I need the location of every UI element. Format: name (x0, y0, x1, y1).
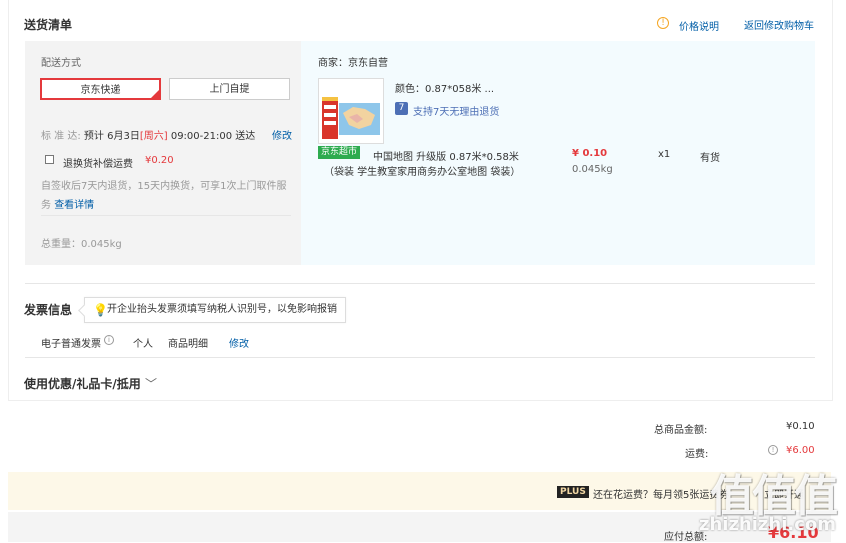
seven-day-return-icon: 7 (395, 102, 408, 115)
modify-invoice-link[interactable]: 修改 (229, 335, 249, 350)
estimate-date: 预计 6月3日 (83, 131, 140, 142)
chevron-down-icon: ﹀ (144, 377, 157, 391)
item-color: 颜色：0.87*058米 ... (395, 84, 495, 95)
info-icon: ! (657, 17, 669, 29)
option-self-pickup[interactable]: 上门自提 (169, 78, 290, 100)
coupon-title: 使用优惠/礼品卡/抵用 (24, 377, 141, 391)
price-explain-link[interactable]: 价格说明 (679, 18, 719, 33)
delivery-estimate: 标 准 达: 预计 6月3日[周六] 09:00-21:00 送达 (41, 127, 255, 142)
coupon-toggle[interactable]: 使用优惠/礼品卡/抵用 ﹀ (24, 375, 157, 392)
delivery-method-label: 配送方式 (41, 58, 81, 69)
info-icon[interactable]: ! (768, 445, 778, 455)
shipping-label: 运费: (685, 449, 709, 460)
goods-total-value: ¥0.10 (786, 421, 815, 432)
back-to-cart-link[interactable]: 返回修改购物车 (744, 17, 814, 32)
return-insurance-price: ¥0.20 (145, 155, 174, 166)
plus-logo: PLUS (557, 486, 589, 498)
weekday: [周六] (139, 131, 168, 142)
goods-total-label: 总商品金额: (654, 425, 708, 436)
invoice-content: 商品明细 (168, 339, 208, 350)
invoice-tip: 💡 开企业抬头发票须填写纳税人识别号，以免影响报销 (78, 297, 346, 323)
return-policy-badge-text: 支持7天无理由退货 (413, 107, 500, 118)
item-stock: 有货 (700, 153, 720, 164)
return-policy-text: 自签收后7天内退货，15天内换货，可享1次上门取件服务 查看详情 (41, 177, 293, 215)
divider (25, 283, 815, 284)
shipping-value: ¥6.00 (786, 445, 815, 456)
seller-name: 商家：京东自营 (318, 58, 388, 69)
option-jd-express[interactable]: 京东快递 (40, 78, 161, 100)
return-insurance-checkbox[interactable] (45, 155, 54, 164)
option-label: 京东快递 (80, 85, 121, 96)
invoice-type: 电子普通发票 (41, 339, 101, 350)
divider (41, 215, 291, 216)
invoice-holder: 个人 (133, 339, 153, 350)
view-details-link[interactable]: 查看详情 (54, 200, 94, 211)
total-weight: 总重量：0.045kg (41, 239, 122, 250)
item-price: ¥ 0.10 (572, 148, 608, 159)
jd-supermarket-tag: 京东超市 (318, 146, 361, 159)
plus-promo-text: 还在花运费？每月领5张运费券 (593, 490, 730, 501)
delivery-method-box (25, 41, 301, 265)
time-window: 09:00-21:00 送达 (170, 131, 256, 142)
item-name[interactable]: 中国地图 升级版 0.87米*0.58米 (373, 148, 519, 163)
divider (25, 357, 815, 358)
lightbulb-icon: 💡 (93, 303, 108, 317)
invoice-title: 发票信息 (24, 303, 73, 317)
item-name-line2[interactable]: （袋装 学生教室家用商务办公室地图 袋装） (324, 163, 520, 178)
invoice-tip-text: 开企业抬头发票须填写纳税人识别号，以免影响报销 (107, 304, 337, 315)
selected-corner-icon (150, 89, 160, 99)
modify-delivery-link[interactable]: 修改 (272, 127, 292, 142)
option-label: 上门自提 (209, 84, 250, 95)
standard-label: 标 准 达: (41, 131, 81, 142)
product-image[interactable] (318, 78, 384, 144)
item-qty: x1 (658, 149, 671, 160)
delivery-list-title: 送货清单 (24, 18, 73, 32)
watermark-domain: zhizhizhi.com (698, 514, 836, 535)
map-thumbnail-icon (319, 79, 383, 143)
return-insurance-label: 退换货补偿运费 (63, 159, 133, 170)
item-weight: 0.045kg (572, 164, 613, 175)
info-icon[interactable]: i (104, 335, 114, 345)
